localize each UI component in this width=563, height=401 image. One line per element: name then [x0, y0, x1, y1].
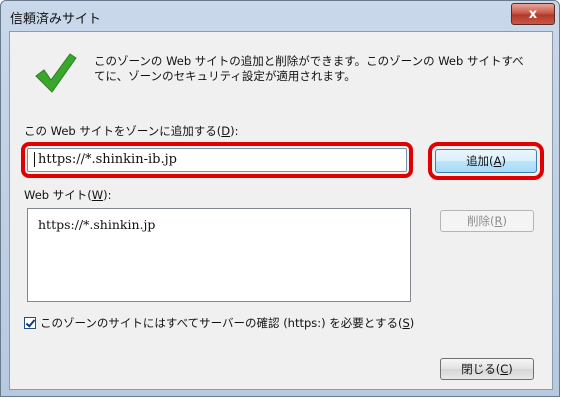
- add-site-label: この Web サイトをゾーンに追加する(D):: [24, 124, 239, 138]
- require-https-label: このゾーンのサイトにはすべてサーバーの確認 (https:) を必要とする(S): [40, 316, 415, 330]
- websites-label: Web サイト(W):: [24, 188, 112, 202]
- text-caret: [34, 152, 35, 167]
- add-site-input-value: https://*.shinkin-ib.jp: [38, 152, 177, 167]
- checkmark-icon: [35, 53, 77, 93]
- add-site-input[interactable]: https://*.shinkin-ib.jp: [21, 142, 413, 178]
- require-https-checkbox[interactable]: [24, 317, 36, 329]
- close-button[interactable]: 閉じる(C): [440, 358, 534, 380]
- close-window-button[interactable]: x: [511, 3, 555, 25]
- dialog-title: 信頼済みサイト: [10, 12, 102, 27]
- dialog-body: このゾーンの Web サイトの追加と削除ができます。このゾーンの Web サイト…: [9, 31, 553, 390]
- title-bar: 信頼済みサイト x: [1, 1, 559, 29]
- add-button[interactable]: 追加(A): [428, 142, 544, 180]
- close-icon: x: [528, 6, 538, 22]
- require-https-option[interactable]: このゾーンのサイトにはすべてサーバーの確認 (https:) を必要とする(S): [24, 315, 414, 331]
- websites-list[interactable]: https://*.shinkin.jp: [27, 208, 411, 302]
- zone-description: このゾーンの Web サイトの追加と削除ができます。このゾーンの Web サイト…: [94, 54, 524, 83]
- list-item[interactable]: https://*.shinkin.jp: [38, 217, 400, 232]
- remove-button[interactable]: 削除(R): [440, 210, 534, 232]
- trusted-sites-dialog: 信頼済みサイト x このゾーンの Web サイトの追加と削除ができます。このゾー…: [0, 0, 560, 397]
